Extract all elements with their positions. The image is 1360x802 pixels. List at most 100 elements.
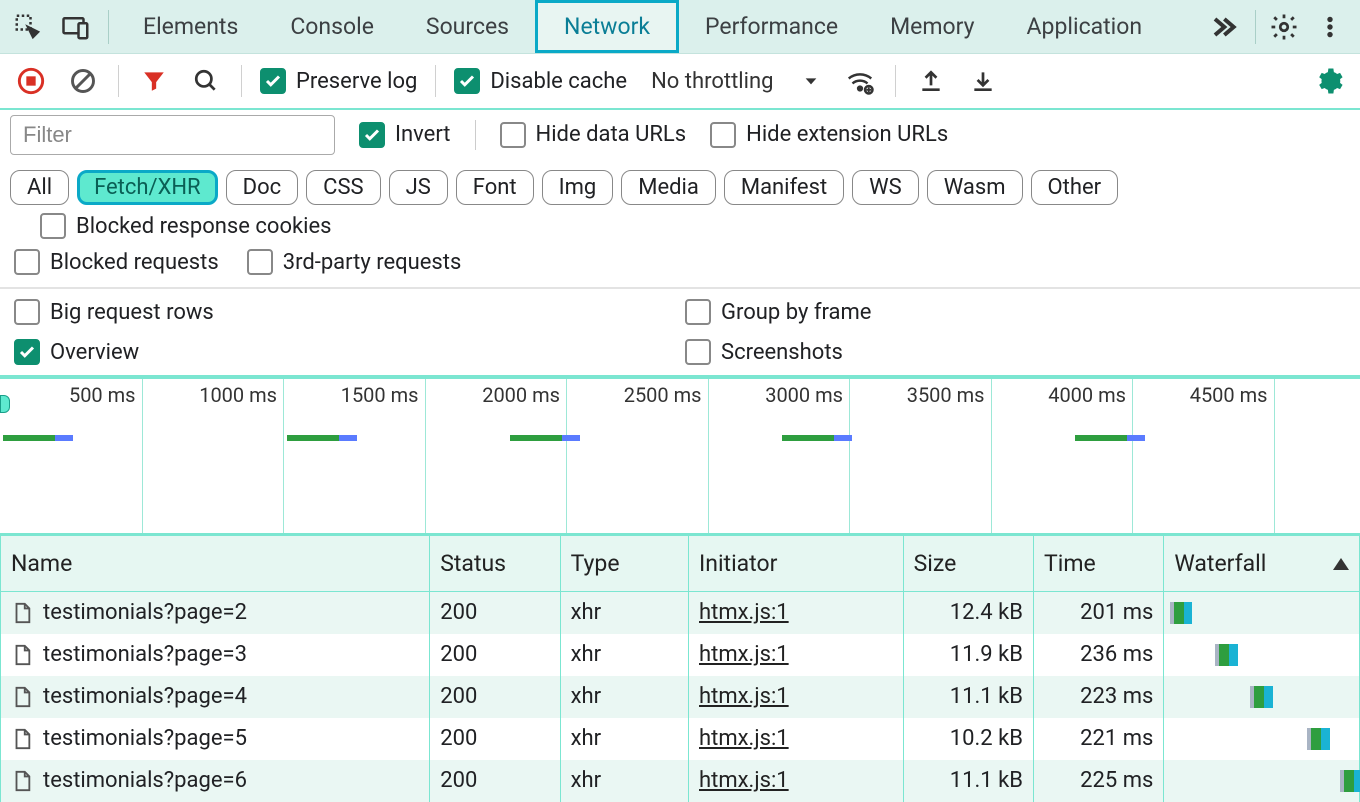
- chip-wasm[interactable]: Wasm: [927, 170, 1023, 205]
- view-options: Big request rows Overview Group by frame…: [0, 289, 1360, 377]
- screenshots-label: Screenshots: [721, 340, 843, 365]
- overview-request-bar[interactable]: [287, 435, 357, 441]
- overview-tick: 2500 ms: [566, 379, 708, 533]
- network-toolbar: Preserve log Disable cache No throttling: [0, 54, 1360, 110]
- record-button[interactable]: [14, 64, 48, 98]
- chip-css[interactable]: CSS: [306, 170, 380, 205]
- overview-timeline[interactable]: 500 ms1000 ms1500 ms2000 ms2500 ms3000 m…: [0, 377, 1360, 535]
- divider: [108, 10, 109, 44]
- table-row[interactable]: testimonials?page=2200xhrhtmx.js:112.4 k…: [1, 592, 1360, 634]
- request-time: 223 ms: [1034, 676, 1164, 718]
- file-icon: [11, 602, 33, 624]
- chip-ws[interactable]: WS: [852, 170, 919, 205]
- export-har-icon[interactable]: [966, 64, 1000, 98]
- more-tabs-icon[interactable]: [1199, 3, 1247, 51]
- hide-data-urls-checkbox[interactable]: Hide data URLs: [500, 122, 687, 148]
- requests-table: Name Status Type Initiator Size Time Wat…: [0, 535, 1360, 802]
- request-status: 200: [430, 634, 560, 676]
- table-row[interactable]: testimonials?page=4200xhrhtmx.js:111.1 k…: [1, 676, 1360, 718]
- clear-button[interactable]: [66, 64, 100, 98]
- throttling-select[interactable]: No throttling: [645, 65, 825, 98]
- table-row[interactable]: testimonials?page=3200xhrhtmx.js:111.9 k…: [1, 634, 1360, 676]
- col-initiator[interactable]: Initiator: [689, 536, 904, 592]
- col-name[interactable]: Name: [1, 536, 430, 592]
- overview-tick: 1000 ms: [142, 379, 284, 533]
- overview-tick: 4000 ms: [991, 379, 1133, 533]
- third-party-checkbox[interactable]: 3rd-party requests: [247, 249, 462, 275]
- request-time: 225 ms: [1034, 760, 1164, 802]
- chip-other[interactable]: Other: [1031, 170, 1119, 205]
- chip-all[interactable]: All: [10, 170, 69, 205]
- col-type[interactable]: Type: [560, 536, 688, 592]
- disable-cache-checkbox[interactable]: Disable cache: [454, 68, 627, 94]
- request-name: testimonials?page=5: [11, 726, 419, 751]
- table-row[interactable]: testimonials?page=5200xhrhtmx.js:110.2 k…: [1, 718, 1360, 760]
- chip-font[interactable]: Font: [456, 170, 534, 205]
- waterfall-cell: [1164, 760, 1360, 802]
- big-request-rows-checkbox[interactable]: Big request rows: [14, 299, 675, 325]
- request-initiator[interactable]: htmx.js:1: [699, 642, 789, 667]
- hide-extension-urls-label: Hide extension URLs: [746, 122, 948, 147]
- col-size[interactable]: Size: [903, 536, 1033, 592]
- invert-checkbox[interactable]: Invert: [359, 122, 451, 148]
- chip-doc[interactable]: Doc: [226, 170, 299, 205]
- col-time[interactable]: Time: [1034, 536, 1164, 592]
- request-status: 200: [430, 718, 560, 760]
- blocked-cookies-checkbox[interactable]: Blocked response cookies: [40, 213, 332, 239]
- kebab-menu-icon[interactable]: [1310, 7, 1350, 47]
- divider: [1255, 10, 1256, 44]
- tab-sources[interactable]: Sources: [400, 0, 535, 53]
- table-header-row: Name Status Type Initiator Size Time Wat…: [1, 536, 1360, 592]
- request-name: testimonials?page=6: [11, 768, 419, 793]
- network-settings-icon[interactable]: [1312, 64, 1346, 98]
- preserve-log-checkbox[interactable]: Preserve log: [260, 68, 417, 94]
- request-initiator[interactable]: htmx.js:1: [699, 726, 789, 751]
- overview-tick: 3000 ms: [708, 379, 850, 533]
- inspect-icon[interactable]: [4, 3, 52, 51]
- chip-fetchxhr[interactable]: Fetch/XHR: [77, 170, 218, 205]
- divider: [895, 65, 896, 97]
- divider: [118, 65, 119, 97]
- col-status[interactable]: Status: [430, 536, 560, 592]
- blocked-requests-label: Blocked requests: [50, 250, 219, 275]
- chip-media[interactable]: Media: [621, 170, 716, 205]
- overview-request-bar[interactable]: [782, 435, 852, 441]
- tab-console[interactable]: Console: [264, 0, 400, 53]
- col-waterfall[interactable]: Waterfall: [1164, 536, 1360, 592]
- device-toggle-icon[interactable]: [52, 3, 100, 51]
- request-initiator[interactable]: htmx.js:1: [699, 768, 789, 793]
- overview-request-bar[interactable]: [1075, 435, 1145, 441]
- tab-elements[interactable]: Elements: [117, 0, 264, 53]
- overview-label: Overview: [50, 340, 139, 365]
- search-icon[interactable]: [189, 64, 223, 98]
- import-har-icon[interactable]: [914, 64, 948, 98]
- tab-network[interactable]: Network: [535, 0, 679, 53]
- overview-request-bar[interactable]: [3, 435, 73, 441]
- request-time: 221 ms: [1034, 718, 1164, 760]
- request-initiator[interactable]: htmx.js:1: [699, 600, 789, 625]
- screenshots-checkbox[interactable]: Screenshots: [685, 339, 1346, 365]
- chip-img[interactable]: Img: [542, 170, 614, 205]
- overview-checkbox[interactable]: Overview: [14, 339, 675, 365]
- request-name: testimonials?page=4: [11, 684, 419, 709]
- tab-application[interactable]: Application: [1001, 0, 1169, 53]
- blocked-requests-checkbox[interactable]: Blocked requests: [14, 249, 219, 275]
- network-conditions-icon[interactable]: [843, 64, 877, 98]
- chip-manifest[interactable]: Manifest: [724, 170, 844, 205]
- tab-performance[interactable]: Performance: [679, 0, 864, 53]
- filter-icon[interactable]: [137, 64, 171, 98]
- request-size: 12.4 kB: [903, 592, 1033, 634]
- type-filter-chips: AllFetch/XHRDocCSS JSFontImgMediaManifest…: [0, 160, 1360, 243]
- request-name: testimonials?page=3: [11, 642, 419, 667]
- request-initiator[interactable]: htmx.js:1: [699, 684, 789, 709]
- chip-js[interactable]: JS: [389, 170, 448, 205]
- group-by-frame-checkbox[interactable]: Group by frame: [685, 299, 1346, 325]
- settings-icon[interactable]: [1264, 7, 1304, 47]
- request-size: 11.1 kB: [903, 676, 1033, 718]
- throttling-value: No throttling: [651, 69, 773, 94]
- hide-extension-urls-checkbox[interactable]: Hide extension URLs: [710, 122, 948, 148]
- table-row[interactable]: testimonials?page=6200xhrhtmx.js:111.1 k…: [1, 760, 1360, 802]
- overview-request-bar[interactable]: [510, 435, 580, 441]
- tab-memory[interactable]: Memory: [864, 0, 1000, 53]
- filter-input[interactable]: [10, 115, 335, 155]
